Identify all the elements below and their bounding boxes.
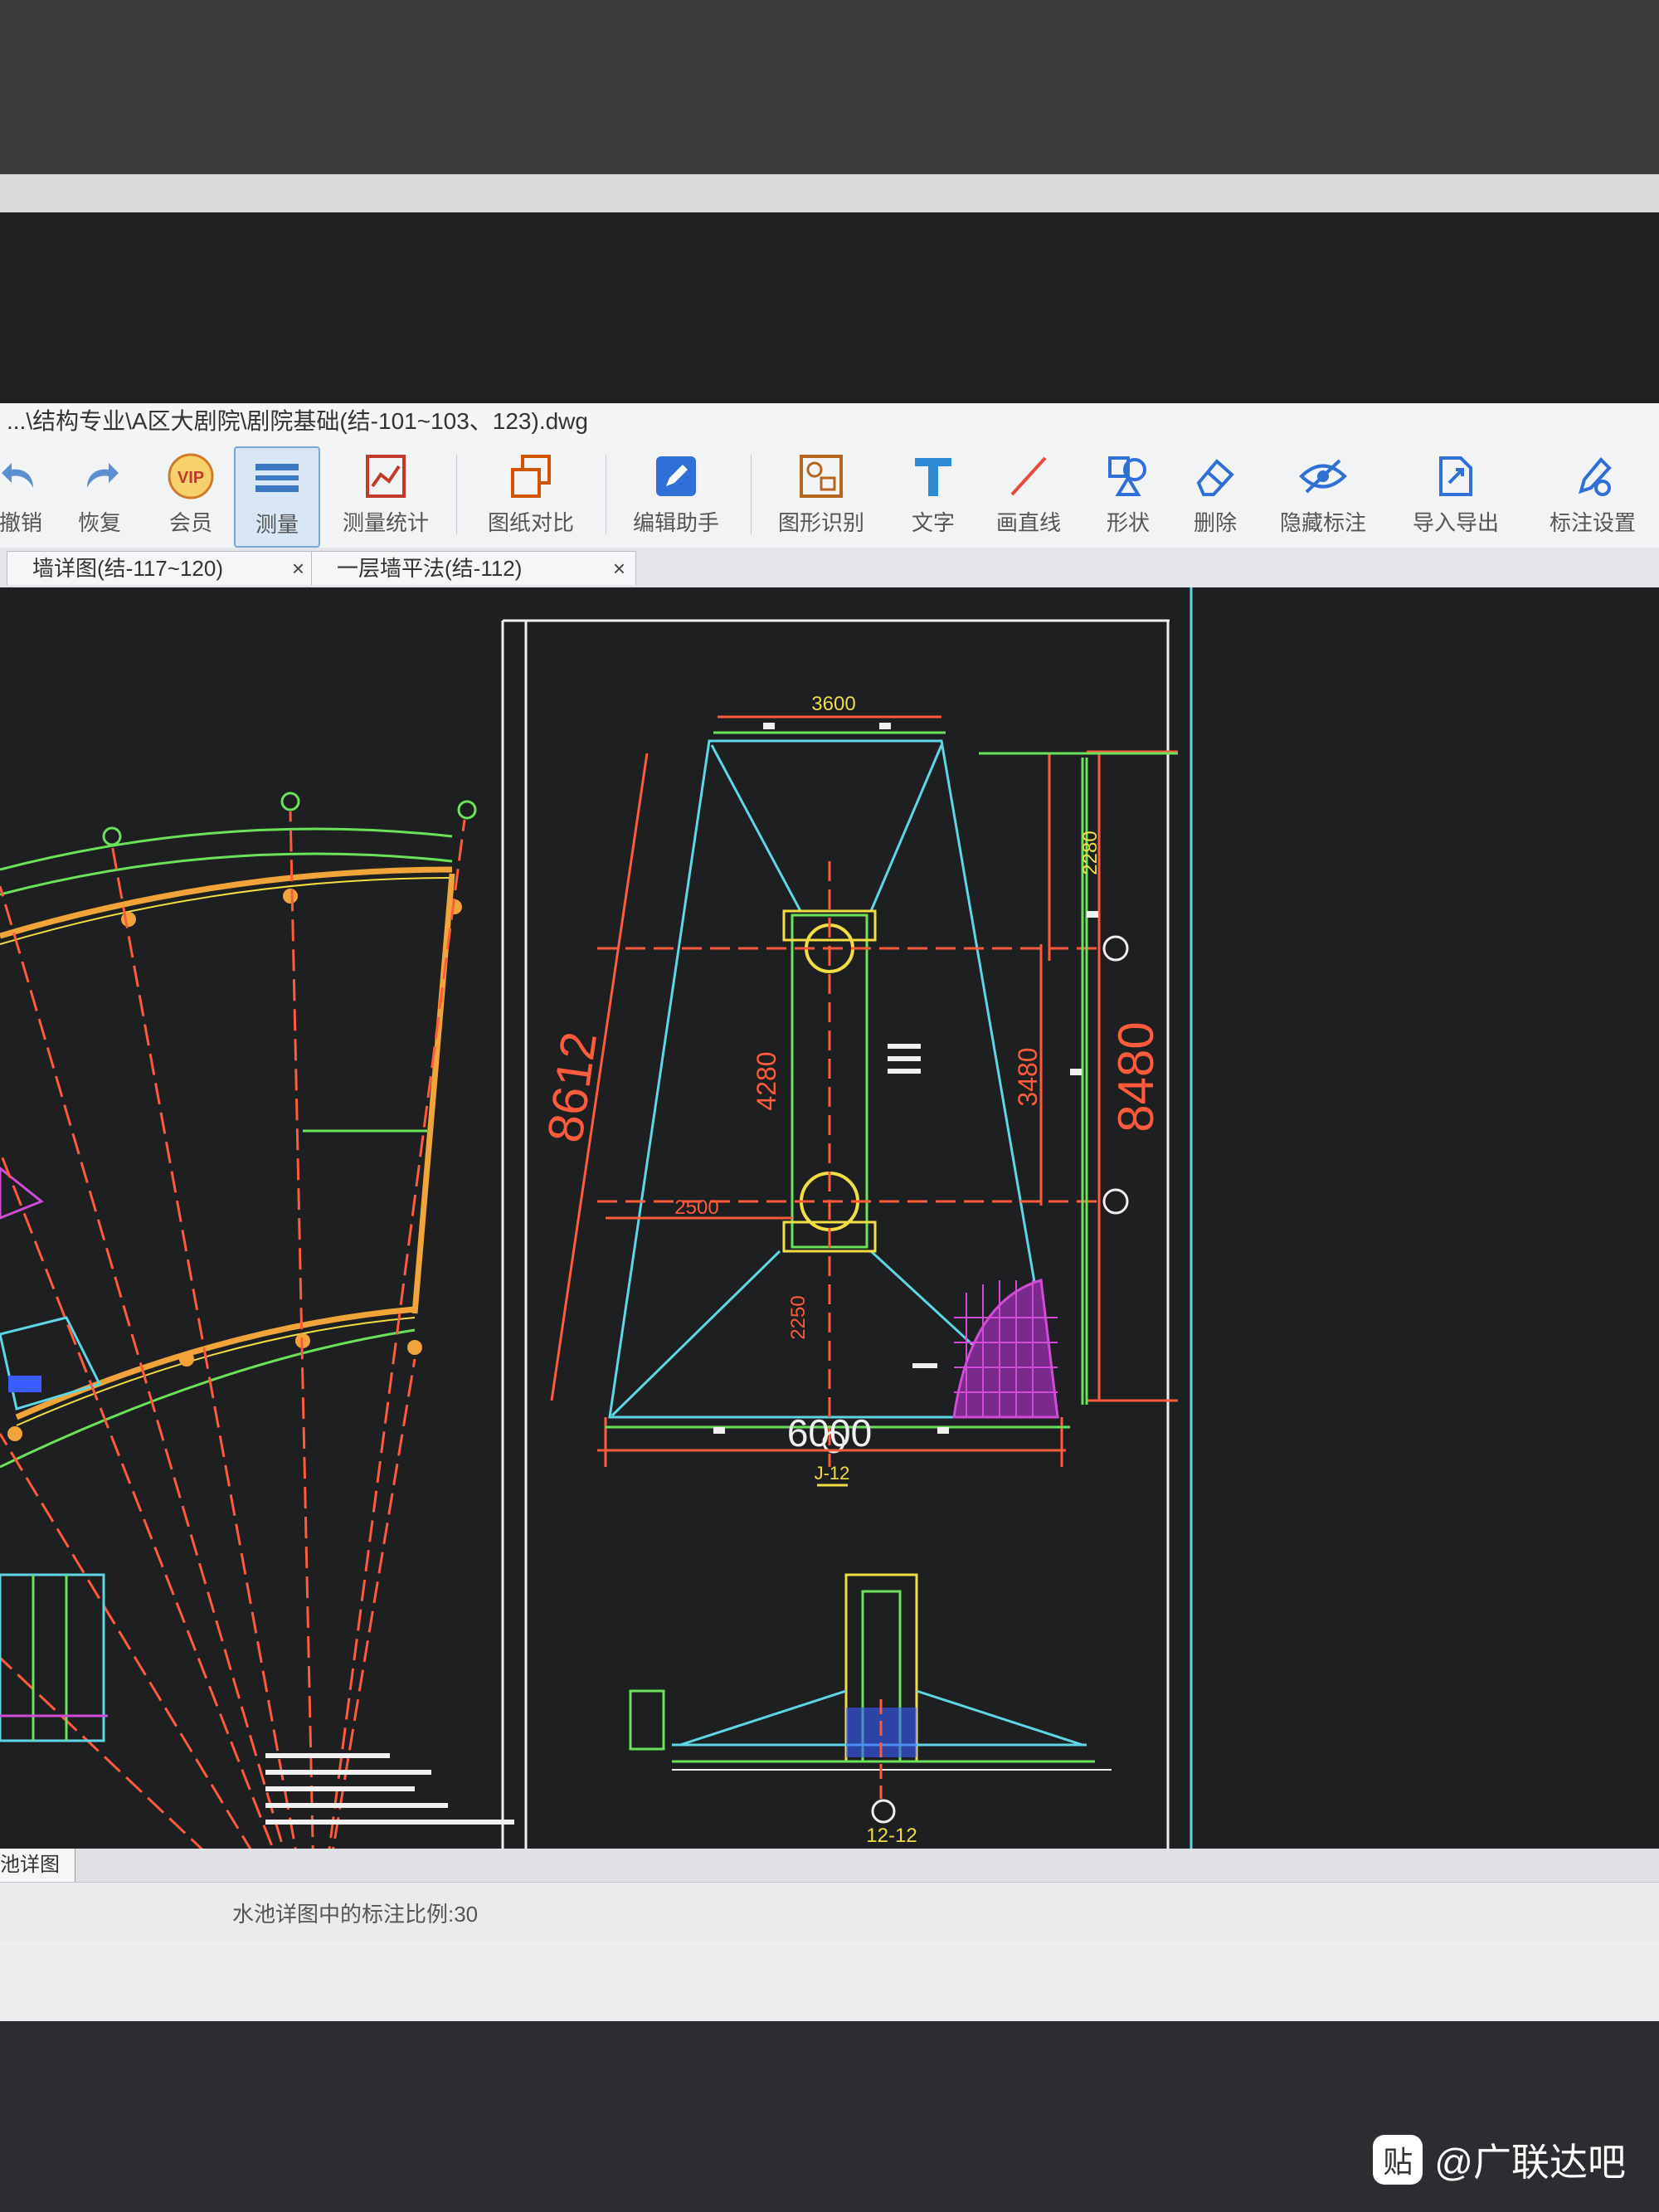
watermark: 贴 @广联达吧 — [1373, 2132, 1626, 2187]
section-12-12: 12-12 — [629, 1573, 1112, 1847]
window-title: ...\结构专业\A区大剧院\剧院基础(结-101~103、123).dwg — [0, 403, 1659, 440]
layout-tabs: 池详图 — [0, 1849, 1659, 1882]
shape-button[interactable]: 形状 — [1095, 446, 1161, 544]
dim-left-slant: 8612 — [537, 1028, 607, 1146]
annotation-settings-button[interactable]: 标注设置 — [1539, 446, 1647, 544]
close-icon[interactable]: × — [292, 552, 304, 585]
draw-line-button[interactable]: 画直线 — [987, 446, 1070, 544]
dim-right-total: 8480 — [1108, 1021, 1164, 1132]
tab-label: 一层墙平法(结-112) — [337, 556, 523, 581]
cad-drawing: 3600 8612 8480 2280 3480 4280 2500 2250 … — [0, 587, 1193, 1849]
status-message: 水池详图中的标注比例:30 — [232, 1902, 479, 1927]
cad-viewer-window: ...\结构专业\A区大剧院\剧院基础(结-101~103、123).dwg 撤… — [0, 403, 1659, 2021]
import-export-button[interactable]: 导入导出 — [1402, 446, 1510, 544]
edit-assistant-icon — [651, 451, 701, 501]
layout-tab-pool-detail[interactable]: 池详图 — [0, 1849, 75, 1882]
dim-bottom: 6000 — [787, 1411, 872, 1454]
watermark-text: @广联达吧 — [1434, 2141, 1626, 2184]
dim-top: 3600 — [811, 693, 855, 715]
dim-lower-vertical: 2250 — [787, 1295, 810, 1339]
shape-recognition-button[interactable]: 图形识别 — [767, 446, 875, 544]
section-label-j12: J-12 — [815, 1463, 850, 1484]
desk-background — [0, 212, 1659, 403]
vip-icon: VIP — [166, 451, 216, 501]
dim-left-horizontal: 2500 — [674, 1196, 718, 1219]
measure-stats-icon — [361, 451, 411, 501]
delete-button[interactable]: 删除 — [1182, 446, 1248, 544]
shape-recognition-icon — [796, 451, 846, 501]
tab-label: 墙详图(结-117~120) — [32, 556, 223, 581]
monitor-bezel — [0, 0, 1659, 174]
annotation-settings-icon — [1568, 451, 1618, 501]
hide-annotation-icon — [1298, 451, 1348, 501]
hide-annotation-button[interactable]: 隐藏标注 — [1269, 446, 1377, 544]
tab-wall-detail[interactable]: 墙详图(结-117~120) × — [7, 551, 315, 585]
footing-plan: 3600 8612 8480 2280 3480 4280 2500 2250 … — [537, 693, 1178, 1487]
edit-assistant-button[interactable]: 编辑助手 — [626, 446, 726, 544]
vip-button[interactable]: VIP 会员 — [158, 446, 224, 544]
toolbar-separator — [456, 455, 457, 534]
close-icon[interactable]: × — [613, 552, 625, 585]
shape-icon — [1103, 451, 1153, 501]
dim-right-upper: 2280 — [1079, 831, 1102, 875]
text-button[interactable]: 文字 — [900, 446, 966, 544]
curved-plan — [0, 792, 514, 1849]
document-tabs: 墙详图(结-117~120) × 一层墙平法(结-112) × — [0, 548, 1659, 588]
monitor-edge — [0, 174, 1659, 212]
redo-button[interactable]: 恢复 — [71, 446, 129, 544]
measure-icon — [252, 453, 302, 503]
text-icon — [908, 451, 958, 501]
dim-center-vertical: 4280 — [752, 1051, 781, 1110]
compare-button[interactable]: 图纸对比 — [481, 446, 581, 544]
tieba-badge-icon: 贴 — [1373, 2135, 1423, 2185]
redo-icon — [75, 451, 124, 501]
import-export-icon — [1431, 451, 1481, 501]
main-toolbar: 撤销 恢复 VIP 会员 测量 测量统计 图纸对比 编辑助手 图形识别 文字 画… — [0, 440, 1659, 548]
section-label-12-12: 12-12 — [866, 1825, 917, 1847]
dim-right-mid: 3480 — [1013, 1047, 1043, 1106]
vip-badge-text: VIP — [178, 469, 204, 487]
toolbar-separator — [751, 455, 752, 534]
status-bar: 水池详图中的标注比例:30 — [0, 1882, 1659, 1942]
line-icon — [1004, 451, 1053, 501]
measure-button[interactable]: 测量 — [234, 446, 320, 548]
tab-first-floor-wall[interactable]: 一层墙平法(结-112) × — [311, 551, 636, 585]
undo-icon — [0, 451, 46, 501]
drawing-canvas[interactable]: 3600 8612 8480 2280 3480 4280 2500 2250 … — [0, 587, 1659, 1849]
measure-stats-button[interactable]: 测量统计 — [336, 446, 435, 544]
undo-button[interactable]: 撤销 — [0, 446, 50, 544]
compare-icon — [506, 451, 556, 501]
eraser-icon — [1190, 451, 1240, 501]
